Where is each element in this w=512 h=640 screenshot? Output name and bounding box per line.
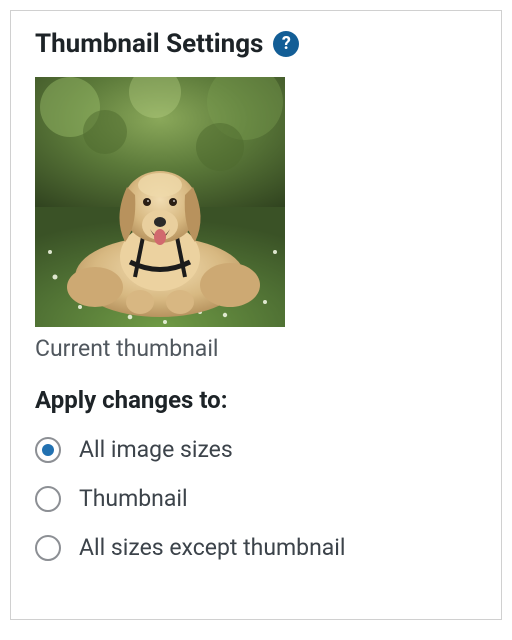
current-thumbnail-image bbox=[35, 77, 285, 327]
radio-option-all-except-thumbnail[interactable]: All sizes except thumbnail bbox=[35, 534, 477, 561]
radio-label: All sizes except thumbnail bbox=[79, 534, 345, 561]
apply-changes-radio-group: All image sizes Thumbnail All sizes exce… bbox=[35, 436, 477, 561]
panel-header: Thumbnail Settings ? bbox=[35, 29, 477, 59]
radio-label: Thumbnail bbox=[79, 485, 188, 512]
radio-button[interactable] bbox=[35, 535, 61, 561]
panel-title: Thumbnail Settings bbox=[35, 29, 263, 59]
help-icon[interactable]: ? bbox=[273, 31, 299, 57]
radio-button[interactable] bbox=[35, 437, 61, 463]
thumbnail-settings-panel: Thumbnail Settings ? bbox=[10, 10, 502, 620]
radio-option-all-sizes[interactable]: All image sizes bbox=[35, 436, 477, 463]
apply-changes-label: Apply changes to: bbox=[35, 386, 477, 414]
radio-option-thumbnail[interactable]: Thumbnail bbox=[35, 485, 477, 512]
radio-label: All image sizes bbox=[79, 436, 233, 463]
radio-button[interactable] bbox=[35, 486, 61, 512]
thumbnail-caption: Current thumbnail bbox=[35, 335, 477, 362]
